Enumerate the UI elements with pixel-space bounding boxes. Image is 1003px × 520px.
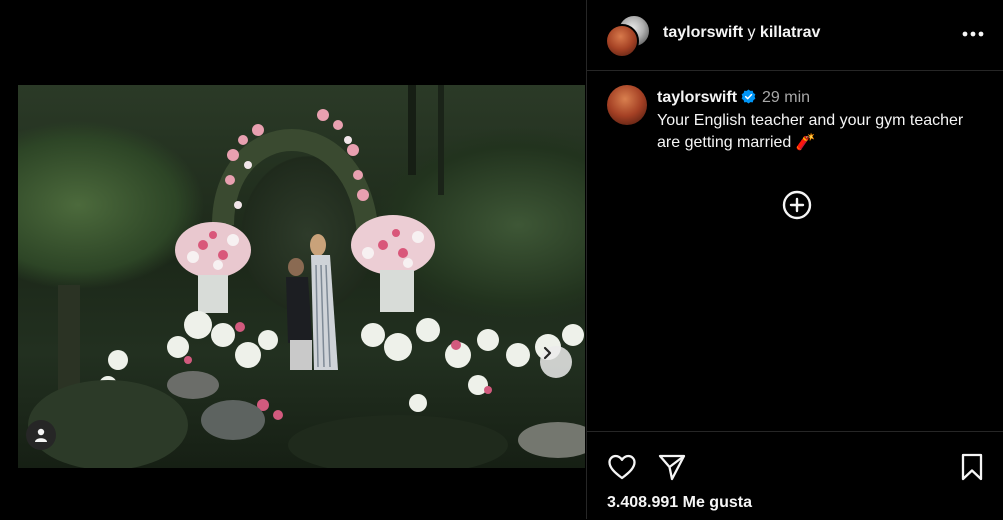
caption-body: taylorswift 29 min Your English teacher … [657, 87, 977, 155]
caption-timestamp[interactable]: 29 min [762, 89, 810, 106]
tags-button[interactable] [26, 420, 56, 450]
add-comment-button[interactable] [781, 189, 813, 221]
more-options-button[interactable] [959, 22, 987, 46]
avatar-taylorswift[interactable] [605, 24, 639, 58]
post-header: taylorswift y killatrav [587, 0, 1003, 71]
caption-avatar[interactable] [607, 85, 647, 125]
header-username[interactable]: taylorswift [663, 24, 743, 41]
action-bar: 3.408.991 Me gusta [587, 431, 1003, 520]
post-photo[interactable] [18, 85, 585, 468]
garden-scene [28, 85, 585, 468]
header-conjunction: y [747, 24, 756, 41]
user-tag-icon [35, 428, 47, 442]
add-circle-icon [782, 190, 812, 220]
collab-names: taylorswift y killatrav [663, 24, 820, 42]
share-button[interactable] [657, 452, 687, 482]
verified-badge-icon [741, 89, 756, 104]
send-icon [658, 454, 686, 481]
post-sidebar: taylorswift y killatrav taylorswift 29 m… [586, 0, 1003, 519]
more-horizontal-icon [962, 31, 984, 37]
likes-count[interactable]: 3.408.991 Me gusta [607, 494, 752, 512]
media-pane [18, 0, 585, 519]
like-button[interactable] [607, 452, 637, 482]
save-button[interactable] [957, 452, 987, 482]
collab-avatars[interactable] [605, 14, 651, 58]
next-slide-button[interactable] [540, 346, 572, 378]
chevron-right-icon [543, 346, 552, 360]
header-collaborator[interactable]: killatrav [760, 24, 820, 41]
bookmark-icon [961, 453, 983, 481]
caption-emoji: 🧨 [795, 134, 816, 151]
heart-icon [608, 454, 636, 480]
caption-username[interactable]: taylorswift [657, 89, 737, 106]
